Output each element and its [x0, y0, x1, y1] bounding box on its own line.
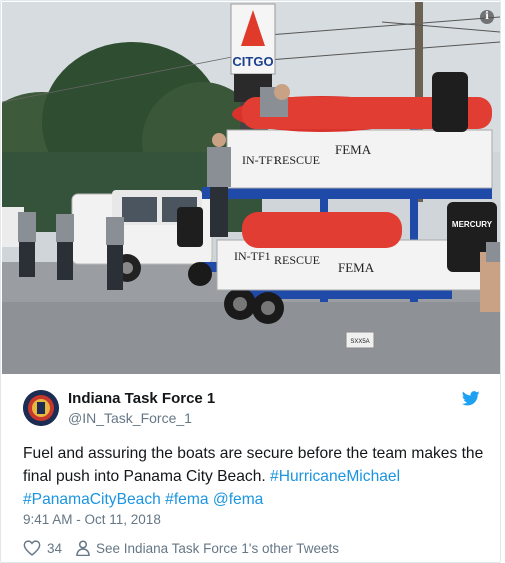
author-handle[interactable]: @IN_Task_Force_1 — [68, 410, 192, 426]
like-count[interactable]: 34 — [47, 541, 62, 556]
license-plate-text: SXX5A — [350, 339, 369, 345]
hashtag-link[interactable]: #PanamaCityBeach — [23, 491, 161, 508]
author-name[interactable]: Indiana Task Force 1 — [68, 390, 215, 407]
motor-brand-text: MERCURY — [452, 220, 493, 229]
tweet-card: CITGO IN-TF1 RESCUE FEMA IN-TF1 RESCUE F… — [0, 0, 501, 563]
tweet-text-body: Fuel and assuring the boats are secure b… — [23, 445, 484, 485]
heart-icon[interactable] — [23, 540, 41, 556]
hashtag-link[interactable]: #fema — [165, 491, 208, 508]
tweet-actions: 34 See Indiana Task Force 1's other Twee… — [23, 539, 339, 557]
tweet-timestamp[interactable]: 9:41 AM - Oct 11, 2018 — [23, 512, 161, 527]
sign-brand-text: CITGO — [232, 54, 273, 69]
photo-scene: CITGO IN-TF1 RESCUE FEMA IN-TF1 RESCUE F… — [2, 2, 500, 374]
boat-upper-label-3: FEMA — [335, 142, 372, 157]
boat-lower-label-2: RESCUE — [274, 253, 320, 267]
boat-lower-label-1: IN-TF1 — [234, 249, 271, 263]
info-icon[interactable]: i — [480, 10, 494, 24]
other-tweets-link[interactable]: See Indiana Task Force 1's other Tweets — [96, 541, 339, 556]
tweet-photo[interactable]: CITGO IN-TF1 RESCUE FEMA IN-TF1 RESCUE F… — [2, 2, 500, 374]
boat-upper-label-2: RESCUE — [274, 153, 320, 167]
twitter-bird-icon[interactable] — [462, 391, 480, 406]
boat-lower-label-3: FEMA — [338, 260, 375, 275]
tweet-text: Fuel and assuring the boats are secure b… — [23, 442, 491, 511]
mention-link[interactable]: @fema — [213, 491, 264, 508]
hashtag-link[interactable]: #HurricaneMichael — [270, 468, 400, 485]
avatar[interactable] — [23, 390, 59, 426]
person-icon — [76, 540, 90, 556]
